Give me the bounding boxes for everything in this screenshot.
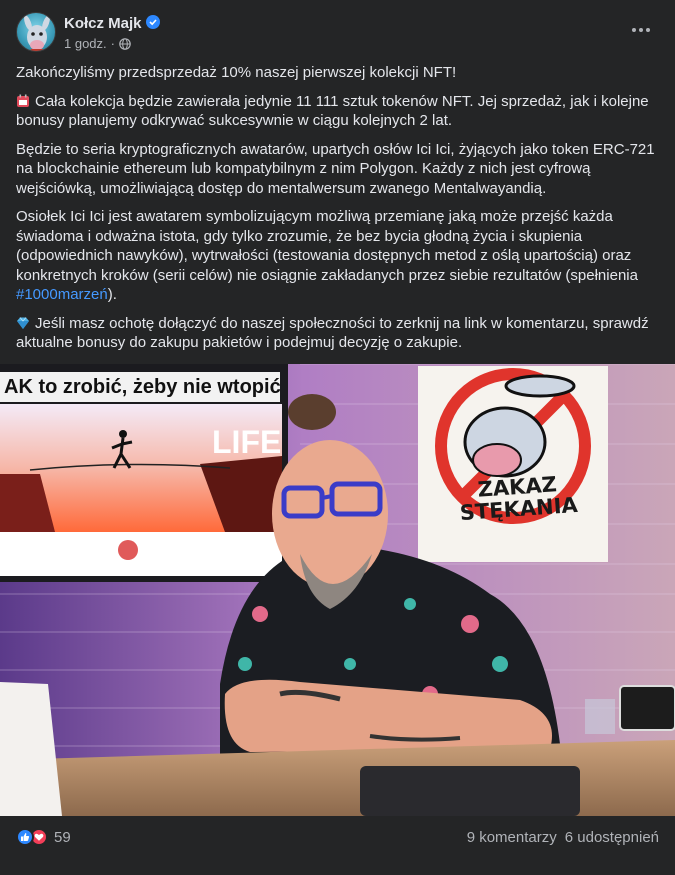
more-options-icon[interactable] — [623, 16, 659, 44]
post-text: Zakończyliśmy przedsprzedaż 10% naszej p… — [16, 63, 666, 362]
post-paragraph-4-end: ). — [107, 286, 117, 303]
gem-emoji-icon — [17, 316, 29, 329]
post-paragraph-5-text: Jeśli masz ochotę dołączyć do naszej spo… — [16, 314, 649, 352]
shares-count-link[interactable]: 6 udostępnień — [565, 829, 659, 846]
author-name[interactable]: Kołcz Majk — [64, 15, 142, 32]
post-paragraph-4-text: Osiołek Ici Ici jest awatarem symbolizuj… — [16, 208, 638, 284]
post-photo[interactable]: AK to zrobić, żeby nie wtopić? LIFE ZAKA… — [0, 364, 675, 816]
author-avatar[interactable] — [16, 12, 56, 52]
post-paragraph-4: Osiołek Ici Ici jest awatarem symbolizuj… — [16, 207, 666, 305]
post-meta: 1 godz. · — [64, 36, 131, 51]
verified-badge-icon — [146, 15, 160, 29]
hashtag-link[interactable]: #1000marzeń — [16, 286, 108, 303]
post-stats: 9 komentarzy 6 udostępnień — [467, 829, 659, 846]
post-paragraph-2: Cała kolekcja będzie zawierała jedynie 1… — [16, 92, 666, 131]
tv-life-text: LIFE — [212, 424, 282, 460]
tv-title-text: AK to zrobić, żeby nie wtopić? — [0, 372, 280, 402]
calendar-emoji-icon — [17, 94, 29, 107]
like-reaction-icon — [16, 828, 34, 846]
post-paragraph-5: Jeśli masz ochotę dołączyć do naszej spo… — [16, 314, 666, 353]
post-footer: 59 9 komentarzy 6 udostępnień — [16, 818, 659, 858]
photo-scene — [0, 364, 675, 816]
post-paragraph-3: Będzie to seria kryptograficznych awatar… — [16, 140, 655, 197]
meta-separator: · — [110, 36, 115, 51]
post-header: Kołcz Majk 1 godz. · — [16, 12, 659, 56]
comments-count-link[interactable]: 9 komentarzy — [467, 829, 557, 846]
reaction-count: 59 — [54, 828, 71, 846]
reactions-summary[interactable]: 59 — [16, 828, 71, 846]
post-time[interactable]: 1 godz. — [64, 36, 107, 51]
post-paragraph-2-text: Cała kolekcja będzie zawierała jedynie 1… — [16, 92, 649, 130]
sign-text: ZAKAZ STĘKANIA — [447, 471, 590, 525]
post-paragraph-1: Zakończyliśmy przedsprzedaż 10% naszej p… — [16, 64, 457, 81]
globe-icon[interactable] — [119, 37, 131, 50]
facebook-post: Kołcz Majk 1 godz. · Zakończyliśmy przed… — [0, 0, 675, 875]
